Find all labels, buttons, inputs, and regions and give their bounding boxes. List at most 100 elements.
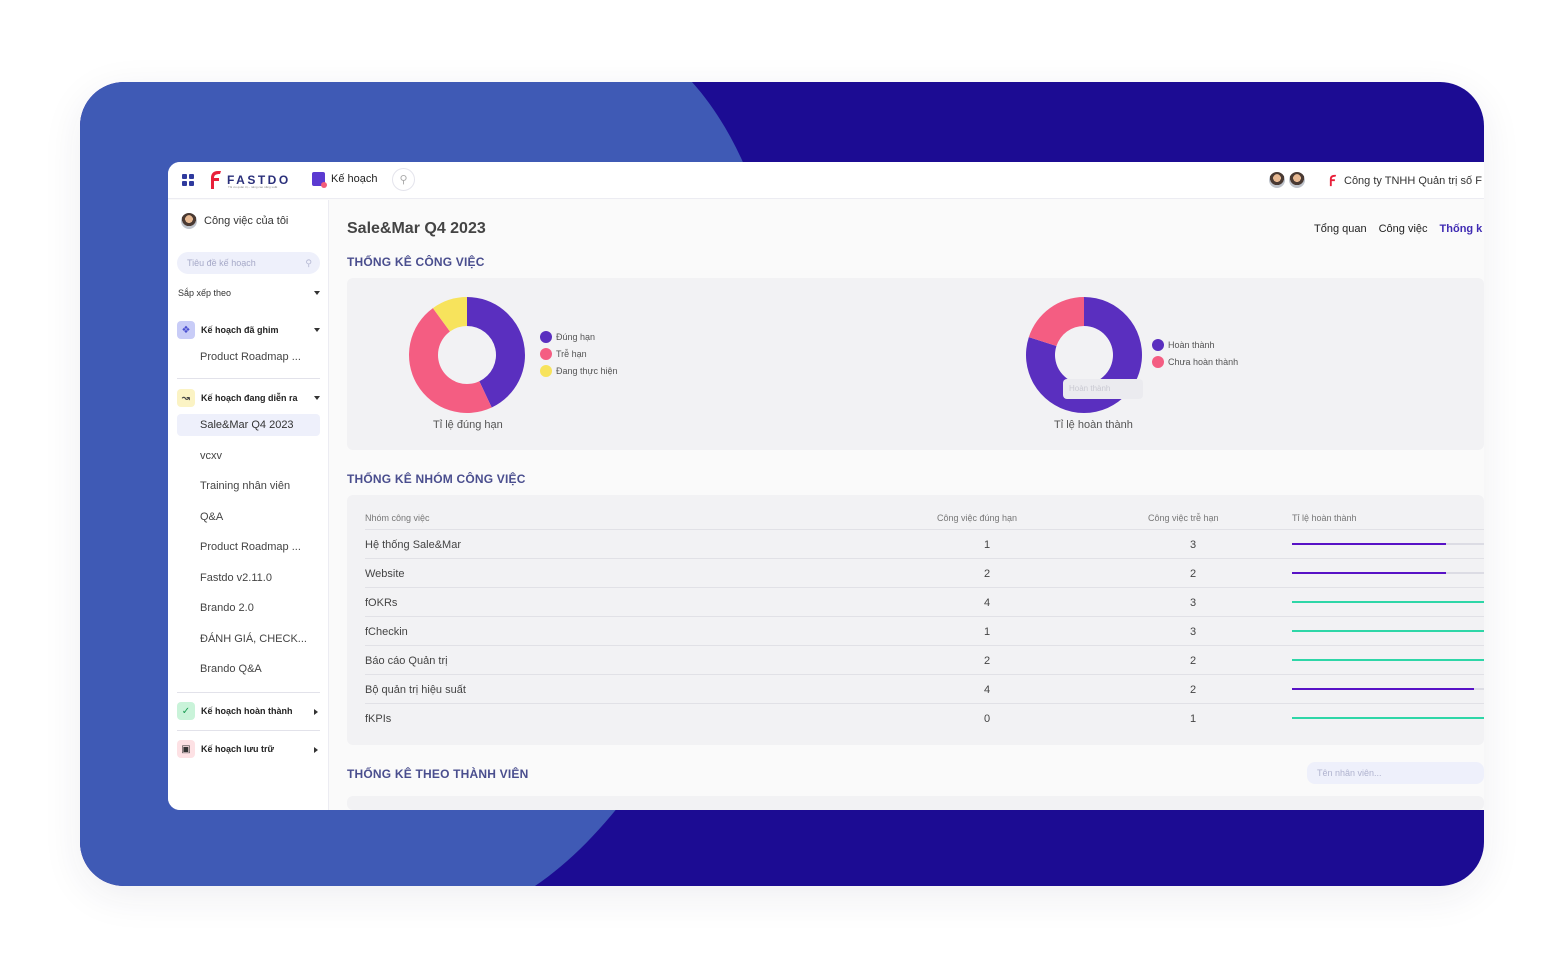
table-row[interactable]: Website 2 2 (365, 558, 1484, 587)
group-stats-heading: THỐNG KÊ NHÓM CÔNG VIỆC (347, 472, 526, 486)
company-switcher[interactable]: Công ty TNHH Quản trị số F (1328, 174, 1482, 187)
legend-dot (1152, 338, 1164, 351)
late-count: 3 (1189, 626, 1197, 638)
sort-label: Sắp xếp theo (178, 288, 232, 298)
task-stats-card: Đúng hạn Trễ hạn Đang thực hiện Tỉ lệ đú… (347, 278, 1484, 450)
logo-tagline: Tối ưu quản trị – nâng cao năng suất (228, 185, 278, 189)
group-stats-table: Nhóm công việc Công việc đúng hạn Công v… (347, 495, 1484, 745)
sidebar-item-qa[interactable]: Q&A (177, 506, 320, 528)
sidebar-item-product-roadmap[interactable]: Product Roadmap ... (177, 346, 320, 368)
sidebar-item-fastdo[interactable]: Fastdo v2.11.0 (177, 567, 320, 589)
table-row[interactable]: fOKRs 4 3 (365, 587, 1484, 616)
column-header-late: Công việc trễ hạn (1148, 513, 1219, 523)
completion-legend: Hoàn thành Chưa hoàn thành (1152, 336, 1238, 370)
group-name: fKPIs (365, 713, 392, 725)
avatar[interactable] (1288, 171, 1306, 189)
table-row[interactable]: Báo cáo Quản trị 2 2 (365, 645, 1484, 674)
company-logo-icon (1329, 174, 1337, 187)
sort-dropdown[interactable]: Sắp xếp theo (178, 288, 320, 298)
legend-item: Đang thực hiện (540, 362, 618, 379)
avatar (180, 212, 198, 230)
member-stats-heading: THỐNG KÊ THEO THÀNH VIÊN (347, 767, 529, 781)
chevron-down-icon (314, 396, 320, 400)
group-name: Website (365, 568, 405, 580)
legend-label: Chưa hoàn thành (1168, 356, 1239, 367)
chevron-down-icon (314, 291, 320, 295)
completion-progress-bar (1292, 659, 1484, 661)
group-name: Bộ quản trị hiệu suất (365, 684, 466, 696)
donut-slice[interactable] (1028, 297, 1084, 347)
divider (177, 378, 320, 379)
ontime-count: 2 (983, 568, 991, 580)
completion-chart-title: Tỉ lệ hoàn thành (1054, 419, 1133, 431)
plan-menu-label: Kế hoạch (331, 173, 378, 185)
sidebar-item-brando-qa[interactable]: Brando Q&A (177, 658, 320, 680)
late-count: 2 (1189, 568, 1197, 580)
legend-dot (540, 330, 552, 343)
plan-search-input[interactable]: Tiêu đề kế hoạch ⚲ (177, 252, 320, 274)
ontime-count: 4 (983, 597, 991, 609)
sidebar-item-vcxv[interactable]: vcxv (177, 445, 320, 467)
divider (177, 692, 320, 693)
late-count: 2 (1189, 684, 1197, 696)
company-name: Công ty TNHH Quản trị số F (1344, 174, 1482, 187)
plan-icon (312, 172, 327, 188)
ontime-count: 2 (983, 655, 991, 667)
table-row[interactable]: Bộ quản trị hiệu suất 4 2 (365, 674, 1484, 703)
chevron-down-icon (314, 328, 320, 332)
main-content: Sale&Mar Q4 2023 Tổng quan Công việc Thố… (330, 200, 1484, 810)
completion-progress-fill (1292, 601, 1484, 603)
ontime-count: 1 (983, 626, 991, 638)
section-ongoing-label: Kế hoạch đang diễn ra (201, 393, 298, 403)
double-check-icon: ✓ (177, 702, 195, 720)
legend-item: Hoàn thành (1152, 336, 1238, 353)
section-pinned-label: Kế hoạch đã ghim (201, 325, 279, 335)
section-archive-label: Kế hoạch lưu trữ (201, 744, 275, 754)
completion-progress-bar (1292, 630, 1484, 632)
app-window: FASTDO Tối ưu quản trị – nâng cao năng s… (168, 162, 1484, 810)
search-icon[interactable]: ⚲ (392, 168, 415, 191)
section-ongoing[interactable]: ↝ Kế hoạch đang diễn ra (177, 388, 320, 408)
legend-dot (540, 347, 552, 360)
avatar[interactable] (1268, 171, 1286, 189)
sidebar-item-sale-mar[interactable]: Sale&Mar Q4 2023 (177, 414, 320, 436)
column-header-rate: Tỉ lệ hoàn thành (1292, 513, 1357, 523)
column-header-group: Nhóm công việc (365, 513, 430, 523)
sidebar-item-brando[interactable]: Brando 2.0 (177, 597, 320, 619)
member-search-input[interactable]: Tên nhân viên... (1307, 762, 1484, 784)
plan-menu-button[interactable]: Kế hoạch (312, 172, 378, 188)
section-done[interactable]: ✓ Kế hoạch hoàn thành (177, 701, 320, 721)
my-work-label: Công việc của tôi (204, 215, 289, 227)
tab-statistics[interactable]: Thống k (1440, 223, 1483, 235)
table-row[interactable]: fKPIs 0 1 (365, 703, 1484, 732)
my-work-link[interactable]: Công việc của tôi (180, 212, 288, 230)
table-row[interactable]: Hệ thống Sale&Mar 1 3 (365, 529, 1484, 558)
section-pinned[interactable]: ❖ Kế hoạch đã ghim (177, 320, 320, 340)
page-title: Sale&Mar Q4 2023 (347, 220, 486, 237)
completion-progress-fill (1292, 688, 1475, 690)
section-done-label: Kế hoạch hoàn thành (201, 706, 293, 716)
ontime-count: 0 (983, 713, 991, 725)
legend-item: Chưa hoàn thành (1152, 353, 1238, 370)
column-header-ontime: Công việc đúng hạn (937, 513, 1018, 523)
user-avatars[interactable] (1268, 171, 1308, 189)
tab-tasks[interactable]: Công việc (1379, 223, 1428, 235)
task-stats-heading: THỐNG KÊ CÔNG VIỆC (347, 255, 485, 269)
late-count: 3 (1189, 539, 1197, 551)
section-archive[interactable]: ▣ Kế hoạch lưu trữ (177, 739, 320, 759)
group-name: Báo cáo Quản trị (365, 655, 448, 667)
apps-grid-icon[interactable] (182, 174, 194, 186)
legend-label: Đang thực hiện (556, 365, 618, 376)
sidebar: Công việc của tôi Tiêu đề kế hoạch ⚲ Sắp… (168, 200, 329, 810)
sidebar-item-danh-gia[interactable]: ĐÁNH GIÁ, CHECK... (177, 628, 320, 650)
sidebar-item-product-roadmap-2[interactable]: Product Roadmap ... (177, 536, 320, 558)
completion-progress-fill (1292, 572, 1446, 574)
tab-overview[interactable]: Tổng quan (1314, 223, 1367, 235)
top-bar: FASTDO Tối ưu quản trị – nâng cao năng s… (168, 162, 1484, 199)
completion-progress-bar (1292, 543, 1484, 545)
completion-progress-fill (1292, 717, 1484, 719)
sidebar-item-training[interactable]: Training nhân viên (177, 475, 320, 497)
table-row[interactable]: fCheckin 1 3 (365, 616, 1484, 645)
ontime-legend: Đúng hạn Trễ hạn Đang thực hiện (540, 328, 618, 379)
view-tabs: Tổng quan Công việc Thống k (1314, 223, 1484, 235)
